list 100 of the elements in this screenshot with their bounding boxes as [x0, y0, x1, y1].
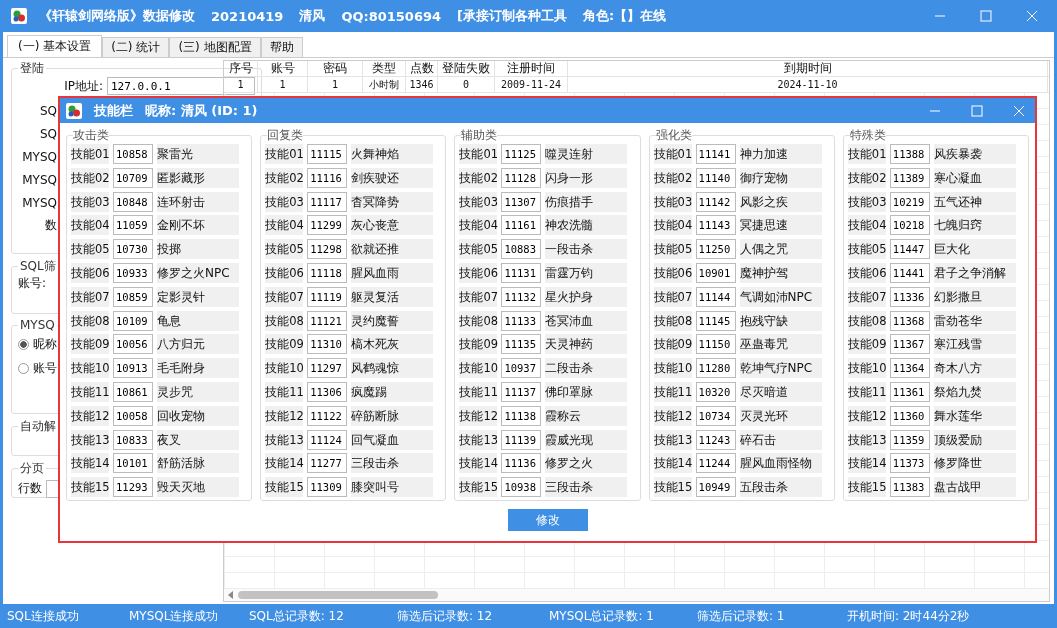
skill-id-field[interactable]: 11373 — [889, 453, 930, 474]
skill-id-field[interactable]: 11142 — [695, 191, 736, 212]
skill-id-field[interactable]: 11125 — [501, 144, 542, 164]
scroll-left-icon[interactable] — [228, 591, 234, 599]
skill-id-field[interactable]: 11059 — [113, 215, 153, 236]
skill-id-field[interactable]: 10109 — [113, 310, 153, 331]
skill-id-field[interactable]: 11389 — [889, 167, 930, 188]
skill-id-field[interactable]: 11293 — [113, 477, 153, 498]
skill-id-field[interactable]: 11150 — [695, 334, 736, 355]
close-icon[interactable] — [1026, 10, 1038, 22]
skill-id-field[interactable]: 11441 — [889, 263, 930, 283]
skill-id-field[interactable]: 11137 — [501, 381, 542, 402]
skill-id-field[interactable]: 11115 — [307, 144, 348, 164]
skill-id-field[interactable]: 10101 — [113, 453, 153, 474]
tab[interactable]: (三) 地图配置 — [169, 37, 261, 57]
skill-id-field[interactable]: 10848 — [113, 191, 153, 212]
skill-id-field[interactable]: 10901 — [695, 263, 736, 283]
skill-id-field[interactable]: 11118 — [307, 263, 348, 283]
skill-id-field[interactable]: 11121 — [307, 310, 348, 331]
table-cell: 1 — [308, 77, 363, 92]
tab[interactable]: (二) 统计 — [102, 37, 170, 57]
column-header[interactable]: 密码 — [308, 61, 363, 76]
skill-id-field[interactable]: 11145 — [695, 310, 736, 331]
skill-id-field[interactable]: 11139 — [501, 429, 542, 450]
skill-id-field[interactable]: 10861 — [113, 381, 153, 402]
skill-id-field[interactable]: 11140 — [695, 167, 736, 188]
tab[interactable]: (一) 基本设置 — [7, 35, 103, 57]
skill-id-field[interactable]: 11119 — [307, 286, 348, 307]
column-header[interactable]: 到期时间 — [568, 61, 1048, 76]
skill-name: 龟息 — [157, 310, 239, 331]
skill-id-field[interactable]: 11280 — [695, 358, 736, 379]
skill-id-field[interactable]: 11138 — [501, 405, 542, 426]
skill-name: 金刚不坏 — [157, 215, 239, 236]
skill-id-field[interactable]: 11135 — [501, 334, 542, 355]
skill-id-field[interactable]: 11298 — [307, 239, 348, 260]
skill-id-field[interactable]: 11116 — [307, 167, 348, 188]
column-header[interactable]: 类型 — [363, 61, 406, 76]
skill-id-field[interactable]: 10058 — [113, 405, 153, 426]
skill-id-field[interactable]: 11359 — [889, 429, 930, 450]
skill-id-field[interactable]: 11143 — [695, 215, 736, 236]
column-header[interactable]: 点数 — [406, 61, 438, 76]
maximize-icon[interactable] — [980, 10, 992, 22]
skill-id-field[interactable]: 11117 — [307, 191, 348, 212]
skill-id-field[interactable]: 11368 — [889, 310, 930, 331]
column-header[interactable]: 账号 — [258, 61, 308, 76]
skill-id-field[interactable]: 10933 — [113, 263, 153, 283]
skill-id-field[interactable]: 10938 — [501, 477, 542, 498]
skill-id-field[interactable]: 10913 — [113, 358, 153, 379]
skill-id-field[interactable]: 10320 — [695, 381, 736, 402]
column-header[interactable]: 序号 — [224, 61, 258, 76]
tab[interactable]: 帮助 — [260, 37, 303, 57]
scrollbar-thumb[interactable] — [238, 591, 438, 599]
skill-id-field[interactable]: 11124 — [307, 429, 348, 450]
skill-id-field[interactable]: 11244 — [695, 453, 736, 474]
close-icon[interactable] — [1013, 104, 1025, 117]
skill-id-field[interactable]: 10937 — [501, 358, 542, 379]
skill-id-field[interactable]: 11367 — [889, 334, 930, 355]
maximize-icon[interactable] — [971, 104, 983, 117]
skill-id-field[interactable]: 10833 — [113, 429, 153, 450]
skill-id-field[interactable]: 11360 — [889, 405, 930, 426]
skill-id-field[interactable]: 11250 — [695, 239, 736, 260]
skill-id-field[interactable]: 11361 — [889, 381, 930, 402]
skill-id-field[interactable]: 10734 — [695, 405, 736, 426]
skill-id-field[interactable]: 11447 — [889, 239, 930, 260]
column-header[interactable]: 注册时间 — [495, 61, 568, 76]
skill-id-field[interactable]: 11383 — [889, 477, 930, 498]
skill-id-field[interactable]: 11161 — [501, 215, 542, 236]
skill-id-field[interactable]: 10859 — [113, 286, 153, 307]
skill-id-field[interactable]: 11336 — [889, 286, 930, 307]
skill-id-field[interactable]: 11128 — [501, 167, 542, 188]
skill-id-field[interactable]: 11364 — [889, 358, 930, 379]
skill-id-field[interactable]: 11131 — [501, 263, 542, 283]
skill-id-field[interactable]: 11388 — [889, 144, 930, 164]
radio-button[interactable] — [18, 338, 29, 350]
skill-id-field[interactable]: 11277 — [307, 453, 348, 474]
skill-id-field[interactable]: 11243 — [695, 429, 736, 450]
skill-id-field[interactable]: 10858 — [113, 144, 153, 164]
skill-id-field[interactable]: 10730 — [113, 239, 153, 260]
radio-button[interactable] — [18, 362, 29, 374]
skill-id-field[interactable]: 10219 — [889, 191, 930, 212]
skill-name: 欲就还推 — [351, 239, 434, 260]
skill-id-field[interactable]: 10056 — [113, 334, 153, 355]
skill-id-field[interactable]: 11309 — [307, 477, 348, 498]
skill-id-field[interactable]: 11132 — [501, 286, 542, 307]
skill-id-field[interactable]: 10709 — [113, 167, 153, 188]
skill-id-field[interactable]: 10949 — [695, 477, 736, 498]
skill-id-field[interactable]: 11122 — [307, 405, 348, 426]
skill-id-field[interactable]: 11310 — [307, 334, 348, 355]
skill-id-field[interactable]: 11144 — [695, 286, 736, 307]
column-header[interactable]: 登陆失败 — [438, 61, 495, 76]
skill-id-field[interactable]: 11306 — [307, 381, 348, 402]
skill-label: 技能03 — [459, 191, 498, 212]
skill-id-field[interactable]: 11133 — [501, 310, 542, 331]
skill-id-field[interactable]: 11136 — [501, 453, 542, 474]
skill-id-field[interactable]: 11299 — [307, 215, 348, 236]
skill-id-field[interactable]: 11307 — [501, 191, 542, 212]
skill-id-field[interactable]: 10218 — [889, 215, 930, 236]
skill-id-field[interactable]: 10883 — [501, 239, 542, 260]
skill-id-field[interactable]: 11141 — [695, 144, 736, 164]
skill-id-field[interactable]: 11297 — [307, 358, 348, 379]
